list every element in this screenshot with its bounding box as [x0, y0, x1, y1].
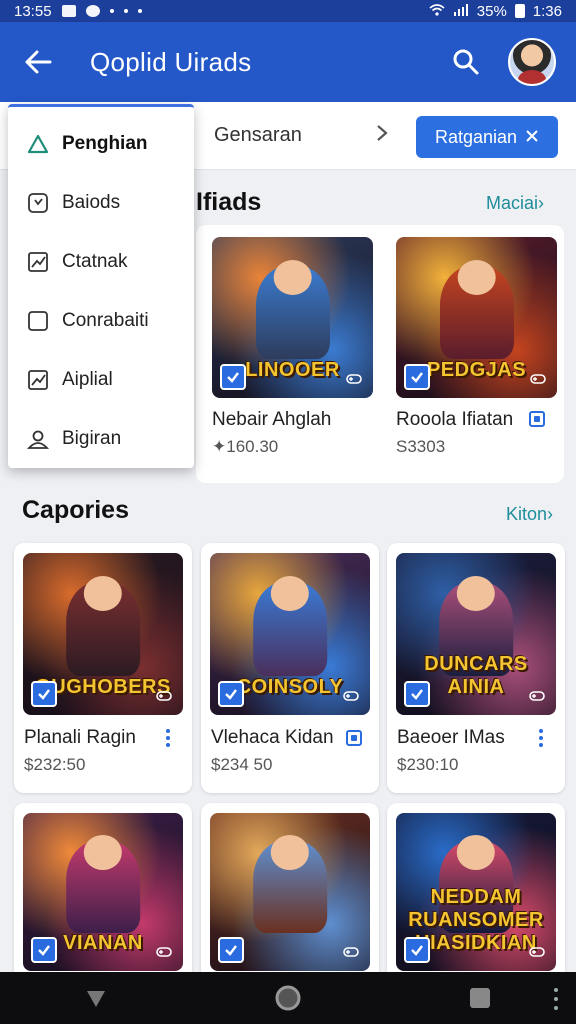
- wifi-icon: [429, 3, 445, 20]
- game-art-image: VIANAN: [23, 813, 183, 971]
- navigation-menu: Penghian Baiods Ctatnak Conrabaiti Aiplial Bi…: [8, 104, 194, 468]
- game-art-image: NEDDAM RUANSOMER HIASIDKIAN: [396, 813, 556, 971]
- avatar[interactable]: [508, 38, 556, 86]
- status-bar: 13:55 35% 1:36: [0, 0, 576, 22]
- menu-item[interactable]: Conrabaiti: [8, 292, 194, 350]
- more-vertical-icon[interactable]: [160, 727, 176, 749]
- hero-head: [270, 835, 310, 870]
- back-arrow-icon[interactable]: [20, 44, 56, 80]
- menu-item-label: Baiods: [62, 192, 121, 213]
- menu-item-label: Penghian: [62, 133, 148, 154]
- menu-item-label: Ctatnak: [62, 251, 128, 272]
- options-square-icon[interactable]: [346, 730, 362, 746]
- page-title: Qoplid Uirads: [90, 46, 252, 77]
- menu-item-label: Conrabaiti: [62, 310, 149, 331]
- check-icon: [220, 364, 246, 390]
- featured-game-art: PEDGJAS: [396, 237, 557, 398]
- battery-icon: [514, 4, 525, 18]
- check-icon: [404, 364, 430, 390]
- check-icon: [31, 937, 57, 963]
- notification-dot-icon: [109, 9, 114, 13]
- home-nav-icon[interactable]: [264, 978, 312, 1018]
- hero-head: [270, 575, 310, 612]
- game-price: S3303: [396, 437, 446, 456]
- options-square-icon[interactable]: [529, 411, 545, 427]
- gamepad-icon: [527, 368, 549, 390]
- menu-item[interactable]: Ctatnak: [8, 233, 194, 291]
- gamepad-icon: [340, 685, 362, 707]
- game-art-image: DUNCARS AINIA: [396, 553, 556, 715]
- game-price: $232:50: [24, 755, 86, 774]
- game-title[interactable]: Vlehaca Kidan: [211, 727, 334, 749]
- chart-icon: [26, 368, 50, 392]
- app-bar: Qoplid Uirads: [0, 22, 576, 102]
- search-icon[interactable]: [446, 42, 486, 82]
- gamepad-icon: [526, 941, 548, 963]
- menu-item-label: Aiplial: [62, 369, 113, 390]
- game-title[interactable]: Rooola Ifiatan: [396, 409, 513, 431]
- ratganian-button[interactable]: Ratganian: [416, 116, 558, 158]
- game-title[interactable]: Nebair Ahglah: [212, 409, 331, 431]
- game-art-image: [210, 813, 370, 971]
- check-icon: [218, 937, 244, 963]
- game-price: $230:10: [397, 755, 459, 774]
- close-icon: [525, 127, 539, 148]
- check-icon: [404, 681, 430, 707]
- game-art-image: COINSOLY: [210, 553, 370, 715]
- tab-gensaran[interactable]: Gensaran: [214, 124, 302, 147]
- more-vertical-icon[interactable]: [554, 988, 560, 1010]
- chevron-right-icon[interactable]: [376, 124, 388, 148]
- status-time: 13:55: [14, 2, 52, 20]
- featured-heading: Ifiads: [196, 188, 262, 216]
- notification-dot-icon: [137, 9, 142, 13]
- game-title[interactable]: Baeoer IMas: [397, 727, 505, 749]
- check-icon: [31, 681, 57, 707]
- recents-nav-icon[interactable]: [456, 978, 504, 1018]
- gamepad-icon: [526, 685, 548, 707]
- chat-icon: [85, 5, 100, 17]
- menu-item[interactable]: Penghian: [8, 115, 194, 173]
- gallery-icon: [61, 5, 76, 17]
- game-title[interactable]: Planali Ragin: [24, 727, 136, 749]
- gamepad-icon: [343, 368, 365, 390]
- hero-head: [457, 259, 496, 295]
- back-nav-icon[interactable]: [72, 978, 120, 1018]
- categories-heading: Capories: [22, 496, 129, 524]
- user-icon: [26, 427, 50, 451]
- notification-dot-icon: [123, 9, 128, 13]
- gamepad-icon: [153, 685, 175, 707]
- hero-head: [273, 259, 312, 295]
- hero-head: [83, 575, 123, 612]
- featured-game-art: LINOOER: [212, 237, 373, 398]
- game-price: ✦160.30: [212, 437, 279, 456]
- ratganian-button-label: Ratganian: [434, 126, 518, 147]
- system-nav-bar: [0, 972, 576, 1024]
- game-price: $234 50: [211, 755, 273, 774]
- game-art-image: GUGHOBERS: [23, 553, 183, 715]
- check-icon: [404, 937, 430, 963]
- home-icon: [26, 132, 50, 156]
- menu-item[interactable]: Aiplial: [8, 351, 194, 409]
- clock-icon: [26, 191, 50, 215]
- status-clock-right: 1:36: [532, 2, 562, 20]
- check-icon: [218, 681, 244, 707]
- menu-item-label: Bigiran: [62, 428, 122, 449]
- chart-icon: [26, 250, 50, 274]
- gamepad-icon: [340, 941, 362, 963]
- hero-head: [456, 835, 496, 870]
- menu-item[interactable]: Bigiran: [8, 410, 194, 468]
- square-icon: [26, 309, 50, 333]
- gamepad-icon: [153, 941, 175, 963]
- featured-more-link[interactable]: Maciai›: [486, 193, 544, 214]
- categories-more-link[interactable]: Kiton›: [506, 504, 553, 525]
- hero-head: [83, 835, 123, 870]
- signal-icon: [453, 3, 469, 20]
- hero-head: [456, 575, 496, 612]
- battery-percent: 35%: [476, 2, 507, 20]
- more-vertical-icon[interactable]: [533, 727, 549, 749]
- menu-item[interactable]: Baiods: [8, 174, 194, 232]
